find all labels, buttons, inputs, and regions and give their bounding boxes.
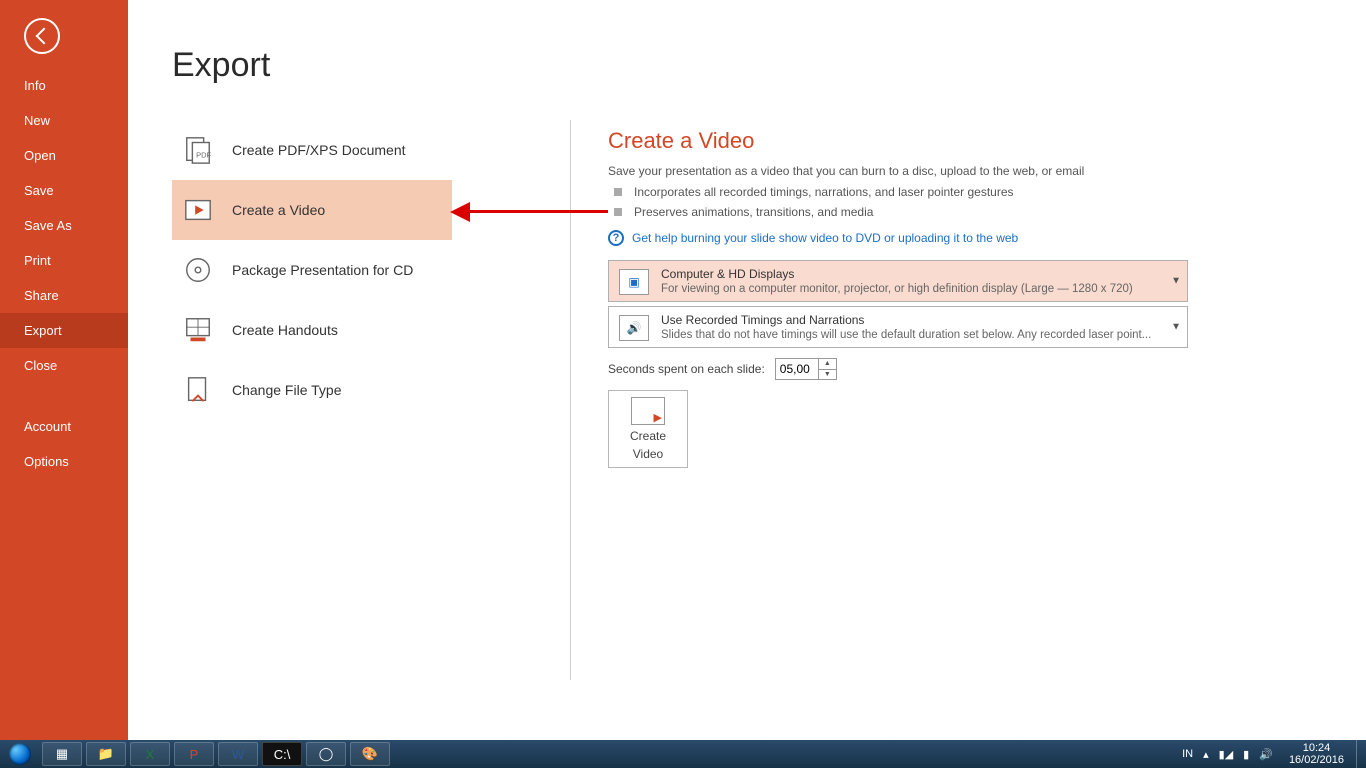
- chevron-down-icon: ▼: [1171, 276, 1181, 287]
- taskbar-word[interactable]: W: [218, 742, 258, 766]
- back-button[interactable]: [24, 18, 60, 54]
- export-option-label: Create Handouts: [232, 322, 338, 338]
- timings-icon: 🔊: [619, 315, 649, 341]
- timings-title: Use Recorded Timings and Narrations: [661, 313, 1151, 327]
- taskbar-app-1[interactable]: ▦: [42, 742, 82, 766]
- timings-desc: Slides that do not have timings will use…: [661, 329, 1151, 341]
- quality-dropdown[interactable]: ▣ Computer & HD Displays For viewing on …: [608, 260, 1188, 302]
- spinner-up-icon[interactable]: ▲: [819, 359, 836, 370]
- nav-item-info[interactable]: Info: [0, 68, 128, 103]
- export-option-video[interactable]: Create a Video: [172, 180, 452, 240]
- create-video-label2: Video: [633, 447, 663, 461]
- show-desktop-button[interactable]: [1356, 740, 1366, 768]
- main-panel: Export PDF Create PDF/XPS Document Create …: [128, 0, 1366, 740]
- taskbar-chrome[interactable]: ◯: [306, 742, 346, 766]
- backstage-sidebar: InfoNewOpenSaveSave AsPrintShareExportCl…: [0, 0, 128, 740]
- tray-time: 10:24: [1289, 742, 1344, 754]
- nav-item-export[interactable]: Export: [0, 313, 128, 348]
- seconds-label: Seconds spent on each slide:: [608, 362, 765, 376]
- create-video-label1: Create: [630, 429, 666, 443]
- seconds-input[interactable]: [776, 362, 818, 376]
- seconds-row: Seconds spent on each slide: ▲ ▼: [608, 358, 1208, 380]
- nav-item-save-as[interactable]: Save As: [0, 208, 128, 243]
- handout-icon: [182, 314, 214, 346]
- taskbar-excel[interactable]: X: [130, 742, 170, 766]
- tray-date: 16/02/2016: [1289, 754, 1344, 766]
- help-info-icon: ?: [608, 230, 624, 246]
- spinner-down-icon[interactable]: ▼: [819, 370, 836, 380]
- monitor-icon: ▣: [619, 269, 649, 295]
- nav-item-account[interactable]: Account: [0, 409, 128, 444]
- export-option-pdf[interactable]: PDF Create PDF/XPS Document: [172, 120, 452, 180]
- create-video-icon: [631, 397, 665, 425]
- system-tray[interactable]: IN ▴ ▮◢ ▮ 🔊 10:24 16/02/2016: [1182, 742, 1356, 766]
- export-option-label: Change File Type: [232, 382, 341, 398]
- nav-item-options[interactable]: Options: [0, 444, 128, 479]
- help-link-row[interactable]: ? Get help burning your slide show video…: [608, 230, 1208, 246]
- cd-icon: [182, 254, 214, 286]
- export-option-label: Package Presentation for CD: [232, 262, 413, 278]
- detail-panel: Create a Video Save your presentation as…: [608, 128, 1208, 468]
- export-option-label: Create PDF/XPS Document: [232, 142, 406, 158]
- nav-item-print[interactable]: Print: [0, 243, 128, 278]
- taskbar-explorer[interactable]: 📁: [86, 742, 126, 766]
- page-title: Export: [172, 46, 1366, 85]
- nav-item-share[interactable]: Share: [0, 278, 128, 313]
- tray-volume-icon[interactable]: 🔊: [1259, 748, 1273, 761]
- nav-item-new[interactable]: New: [0, 103, 128, 138]
- nav-item-save[interactable]: Save: [0, 173, 128, 208]
- tray-clock[interactable]: 10:24 16/02/2016: [1283, 742, 1350, 766]
- svg-text:PDF: PDF: [196, 151, 211, 160]
- taskbar-paint[interactable]: 🎨: [350, 742, 390, 766]
- seconds-spinner[interactable]: ▲ ▼: [775, 358, 837, 380]
- start-button[interactable]: [0, 740, 40, 768]
- taskbar-powerpoint[interactable]: P: [174, 742, 214, 766]
- detail-bullet: Incorporates all recorded timings, narra…: [614, 182, 1208, 202]
- detail-title: Create a Video: [608, 128, 1208, 154]
- quality-title: Computer & HD Displays: [661, 267, 1133, 281]
- export-option-label: Create a Video: [232, 202, 325, 218]
- tray-battery-icon[interactable]: ▮: [1243, 748, 1249, 761]
- taskbar: ▦ 📁 X P W C:\ ◯ 🎨 IN ▴ ▮◢ ▮ 🔊 10:24 16/0…: [0, 740, 1366, 768]
- filetype-icon: [182, 374, 214, 406]
- detail-bullet: Preserves animations, transitions, and m…: [614, 202, 1208, 222]
- nav-item-close[interactable]: Close: [0, 348, 128, 383]
- pdf-icon: PDF: [182, 134, 214, 166]
- export-option-cd[interactable]: Package Presentation for CD: [172, 240, 452, 300]
- quality-desc: For viewing on a computer monitor, proje…: [661, 283, 1133, 295]
- export-option-filetype[interactable]: Change File Type: [172, 360, 452, 420]
- export-option-list: PDF Create PDF/XPS Document Create a Video…: [172, 120, 452, 420]
- detail-bullets: Incorporates all recorded timings, narra…: [614, 182, 1208, 222]
- panel-divider: [570, 120, 571, 680]
- tray-network-icon[interactable]: ▮◢: [1219, 748, 1234, 761]
- tray-chevron-icon[interactable]: ▴: [1203, 748, 1209, 761]
- taskbar-cmd[interactable]: C:\: [262, 742, 302, 766]
- timings-dropdown[interactable]: 🔊 Use Recorded Timings and Narrations Sl…: [608, 306, 1188, 348]
- video-icon: [182, 194, 214, 226]
- export-option-handout[interactable]: Create Handouts: [172, 300, 452, 360]
- help-link-text: Get help burning your slide show video t…: [632, 231, 1018, 245]
- tray-lang[interactable]: IN: [1182, 748, 1193, 760]
- nav-item-open[interactable]: Open: [0, 138, 128, 173]
- spinner-buttons[interactable]: ▲ ▼: [818, 359, 836, 379]
- chevron-down-icon: ▼: [1171, 322, 1181, 333]
- detail-subtitle: Save your presentation as a video that y…: [608, 164, 1208, 178]
- create-video-button[interactable]: Create Video: [608, 390, 688, 468]
